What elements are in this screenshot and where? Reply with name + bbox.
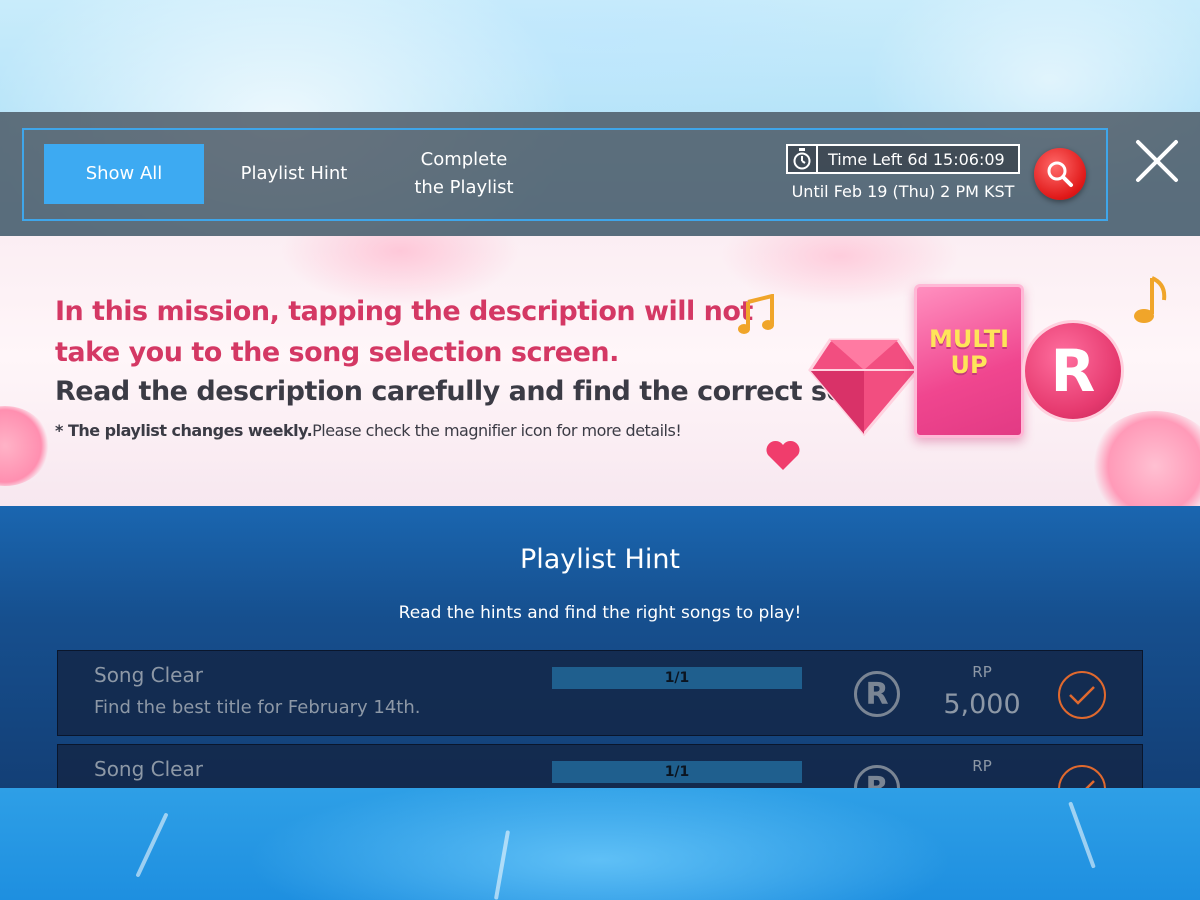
- tab-playlist-hint[interactable]: Playlist Hint: [224, 144, 364, 204]
- mission-type: Song Clear: [94, 757, 203, 781]
- diamond-icon: [808, 338, 920, 436]
- mission-banner: In this mission, tapping the description…: [0, 236, 1200, 506]
- multi-up-card: MULTI UP: [914, 284, 1024, 438]
- heart-icon: [766, 440, 800, 470]
- banner-note: Please check the magnifier icon for more…: [312, 421, 682, 440]
- tab-frame: Show All Playlist Hint Complete the Play…: [22, 128, 1108, 221]
- r-coin-icon: R: [1022, 320, 1124, 422]
- banner-line-2: take you to the song selection screen.: [55, 337, 619, 368]
- section-title: Playlist Hint: [519, 544, 681, 575]
- reward-label: RP: [972, 663, 992, 681]
- until-date-text: Until Feb 19 (Thu) 2 PM KST: [791, 182, 1015, 201]
- multi-up-text: MULTI UP: [929, 325, 1009, 379]
- search-icon: [1047, 161, 1073, 187]
- banner-line-3: Read the description carefully and find …: [55, 376, 894, 407]
- close-icon: [1136, 140, 1178, 182]
- check-icon: [1058, 765, 1106, 788]
- reward-value: 5,000: [943, 689, 1021, 720]
- playlist-hint-panel: Playlist Hint Read the hints and find th…: [0, 506, 1200, 788]
- tab-complete-playlist[interactable]: Complete the Playlist: [394, 146, 534, 206]
- top-nav-bar: Show All Playlist Hint Complete the Play…: [0, 112, 1200, 236]
- time-left-text: Time Left 6d 15:06:09: [828, 149, 1005, 169]
- close-button[interactable]: [1132, 136, 1182, 186]
- music-note-icon: [738, 294, 774, 334]
- time-left-box: Time Left 6d 15:06:09: [786, 144, 1020, 174]
- rp-icon: R: [854, 765, 900, 788]
- mission-progress: 1/1: [552, 761, 802, 783]
- mission-row[interactable]: Song Clear Find the best title for Febru…: [57, 650, 1143, 736]
- mission-type: Song Clear: [94, 663, 203, 687]
- heart-decoration: [0, 406, 50, 486]
- stopwatch-icon: [788, 146, 818, 172]
- heart-decoration: [1090, 411, 1200, 506]
- music-note-icon: [1134, 276, 1167, 323]
- reward-label: RP: [972, 757, 992, 775]
- tab-show-all[interactable]: Show All: [44, 144, 204, 204]
- banner-note-bold: * The playlist changes weekly.: [55, 421, 313, 440]
- mission-progress: 1/1: [552, 667, 802, 689]
- mission-description: Find the best title for February 14th.: [94, 697, 421, 718]
- rp-icon: R: [854, 671, 900, 717]
- banner-line-4: * The playlist changes weekly.Please che…: [55, 421, 682, 440]
- section-subtitle: Read the hints and find the right songs …: [398, 603, 802, 623]
- search-button[interactable]: [1034, 148, 1086, 200]
- mission-row[interactable]: Song Clear 1/1 R RP: [57, 744, 1143, 788]
- banner-line-1: In this mission, tapping the description…: [55, 296, 753, 327]
- check-icon: [1058, 671, 1106, 719]
